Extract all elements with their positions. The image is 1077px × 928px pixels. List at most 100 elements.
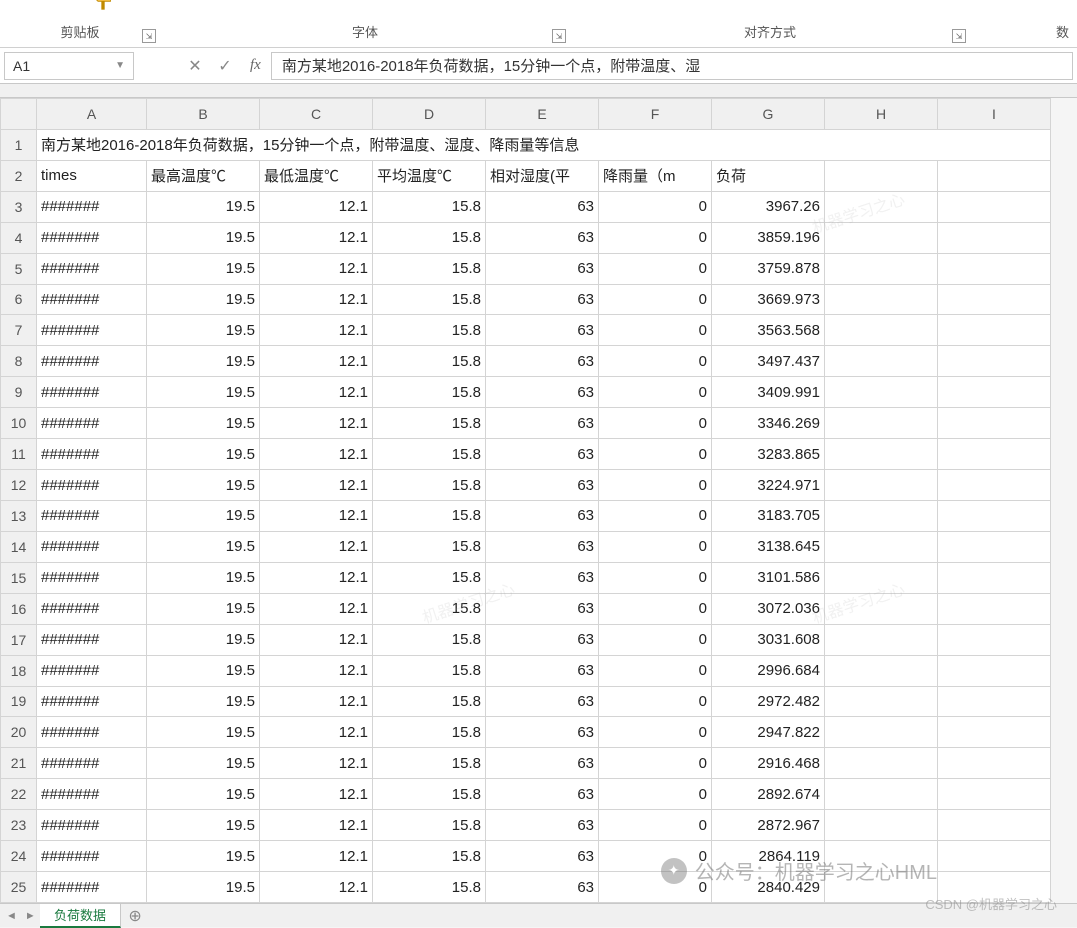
cell[interactable]: [825, 253, 938, 284]
cell[interactable]: 19.5: [147, 470, 260, 501]
cell[interactable]: 3183.705: [712, 500, 825, 531]
cell[interactable]: 63: [486, 439, 599, 470]
cell[interactable]: 19.5: [147, 222, 260, 253]
cell[interactable]: [938, 717, 1051, 748]
row-header[interactable]: 16: [1, 593, 37, 624]
cell[interactable]: 15.8: [373, 284, 486, 315]
cell[interactable]: 3759.878: [712, 253, 825, 284]
cell[interactable]: #######: [37, 500, 147, 531]
cell[interactable]: #######: [37, 748, 147, 779]
cell[interactable]: 3224.971: [712, 470, 825, 501]
cell[interactable]: 2947.822: [712, 717, 825, 748]
cell[interactable]: 15.8: [373, 655, 486, 686]
row-header[interactable]: 1: [1, 129, 37, 160]
row-header[interactable]: 6: [1, 284, 37, 315]
cell-field-header[interactable]: 最低温度℃: [260, 160, 373, 191]
cell-field-header[interactable]: times: [37, 160, 147, 191]
row-header[interactable]: 13: [1, 500, 37, 531]
cell[interactable]: #######: [37, 284, 147, 315]
cell[interactable]: [825, 500, 938, 531]
add-sheet-button[interactable]: ⊕: [121, 904, 149, 928]
cell[interactable]: 19.5: [147, 779, 260, 810]
cell[interactable]: 19.5: [147, 748, 260, 779]
cell[interactable]: 15.8: [373, 470, 486, 501]
format-painter-icon[interactable]: [90, 0, 120, 15]
cell[interactable]: 0: [599, 593, 712, 624]
row-header[interactable]: 19: [1, 686, 37, 717]
cell[interactable]: 12.1: [260, 408, 373, 439]
cell[interactable]: 19.5: [147, 872, 260, 903]
cell[interactable]: 19.5: [147, 191, 260, 222]
cell[interactable]: #######: [37, 408, 147, 439]
cell[interactable]: [938, 562, 1051, 593]
dialog-launcher-icon[interactable]: ⇲: [952, 29, 966, 43]
chevron-down-icon[interactable]: ▼: [115, 60, 125, 71]
cell[interactable]: 19.5: [147, 593, 260, 624]
cell[interactable]: 15.8: [373, 717, 486, 748]
cell[interactable]: 3138.645: [712, 531, 825, 562]
row-header[interactable]: 21: [1, 748, 37, 779]
row-header[interactable]: 7: [1, 315, 37, 346]
cell[interactable]: [825, 439, 938, 470]
cell[interactable]: 3346.269: [712, 408, 825, 439]
column-header-G[interactable]: G: [712, 99, 825, 130]
cell[interactable]: 63: [486, 346, 599, 377]
column-header-H[interactable]: H: [825, 99, 938, 130]
cell[interactable]: 15.8: [373, 779, 486, 810]
cell[interactable]: [825, 686, 938, 717]
cell[interactable]: #######: [37, 841, 147, 872]
cell[interactable]: 2864.119: [712, 841, 825, 872]
cell[interactable]: 2872.967: [712, 810, 825, 841]
cell[interactable]: 0: [599, 686, 712, 717]
cell[interactable]: 12.1: [260, 872, 373, 903]
row-header[interactable]: 20: [1, 717, 37, 748]
cell[interactable]: 15.8: [373, 531, 486, 562]
cell[interactable]: 0: [599, 624, 712, 655]
cell[interactable]: [938, 284, 1051, 315]
row-header[interactable]: 5: [1, 253, 37, 284]
cell[interactable]: 12.1: [260, 810, 373, 841]
cell[interactable]: [825, 593, 938, 624]
cell[interactable]: 3563.568: [712, 315, 825, 346]
cell[interactable]: 12.1: [260, 222, 373, 253]
cell[interactable]: 3031.608: [712, 624, 825, 655]
cell[interactable]: 19.5: [147, 315, 260, 346]
cell-field-header[interactable]: 最高温度℃: [147, 160, 260, 191]
cell[interactable]: 12.1: [260, 284, 373, 315]
cell[interactable]: #######: [37, 222, 147, 253]
row-header[interactable]: 8: [1, 346, 37, 377]
cell[interactable]: 15.8: [373, 500, 486, 531]
dialog-launcher-icon[interactable]: ⇲: [552, 29, 566, 43]
cell[interactable]: [938, 408, 1051, 439]
cell[interactable]: 19.5: [147, 841, 260, 872]
cell[interactable]: 63: [486, 593, 599, 624]
cell[interactable]: 15.8: [373, 841, 486, 872]
chevron-right-icon[interactable]: ►: [25, 910, 36, 922]
row-header[interactable]: 15: [1, 562, 37, 593]
cell-field-header[interactable]: [825, 160, 938, 191]
row-header[interactable]: 11: [1, 439, 37, 470]
cell[interactable]: 63: [486, 470, 599, 501]
name-box[interactable]: A1 ▼: [4, 52, 134, 80]
cell-field-header[interactable]: [938, 160, 1051, 191]
cell[interactable]: [938, 500, 1051, 531]
cell[interactable]: 19.5: [147, 500, 260, 531]
cell[interactable]: [938, 810, 1051, 841]
cell[interactable]: [938, 346, 1051, 377]
cell-field-header[interactable]: 相对湿度(平: [486, 160, 599, 191]
cell[interactable]: 0: [599, 253, 712, 284]
cell[interactable]: 12.1: [260, 779, 373, 810]
cell[interactable]: 63: [486, 315, 599, 346]
cell[interactable]: [938, 439, 1051, 470]
row-header[interactable]: 18: [1, 655, 37, 686]
row-header[interactable]: 23: [1, 810, 37, 841]
row-header[interactable]: 12: [1, 470, 37, 501]
row-header[interactable]: 3: [1, 191, 37, 222]
cell-title[interactable]: 南方某地2016-2018年负荷数据，15分钟一个点，附带温度、湿度、降雨量等信…: [37, 129, 1051, 160]
cell[interactable]: #######: [37, 315, 147, 346]
cell[interactable]: 15.8: [373, 315, 486, 346]
cell[interactable]: 63: [486, 531, 599, 562]
cell[interactable]: [825, 841, 938, 872]
cell[interactable]: 3859.196: [712, 222, 825, 253]
column-header-F[interactable]: F: [599, 99, 712, 130]
